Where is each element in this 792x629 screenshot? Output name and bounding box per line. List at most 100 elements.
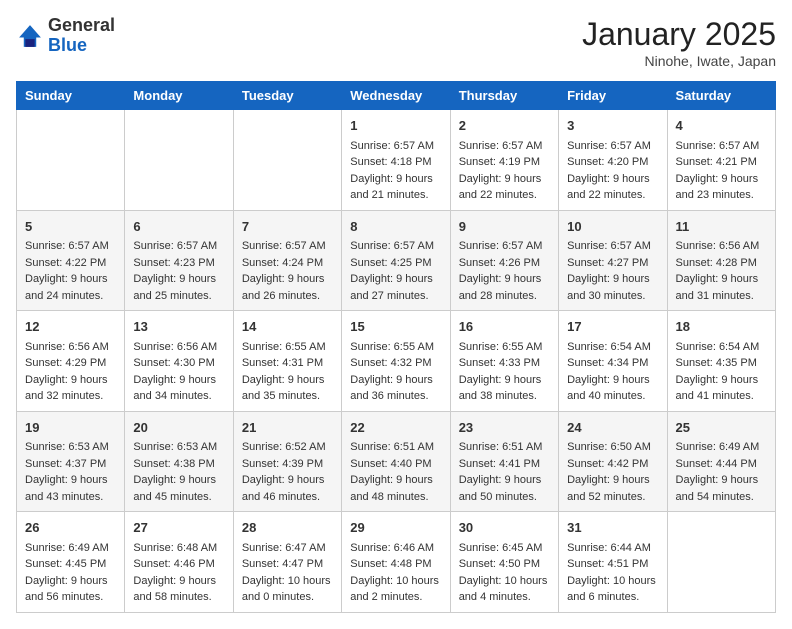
day-number: 30 [459,518,550,538]
calendar-cell: 10Sunrise: 6:57 AMSunset: 4:27 PMDayligh… [559,210,667,311]
cell-text: Daylight: 9 hours and 27 minutes. [350,271,441,304]
cell-text: Daylight: 9 hours and 38 minutes. [459,372,550,405]
logo-icon [16,22,44,50]
calendar-cell: 7Sunrise: 6:57 AMSunset: 4:24 PMDaylight… [233,210,341,311]
cell-text: Sunrise: 6:57 AM [567,238,658,255]
calendar-cell: 5Sunrise: 6:57 AMSunset: 4:22 PMDaylight… [17,210,125,311]
cell-text: Sunrise: 6:45 AM [459,540,550,557]
calendar-cell: 20Sunrise: 6:53 AMSunset: 4:38 PMDayligh… [125,411,233,512]
cell-text: Sunset: 4:25 PM [350,255,441,272]
calendar-cell [667,512,775,613]
day-number: 28 [242,518,333,538]
calendar-cell: 6Sunrise: 6:57 AMSunset: 4:23 PMDaylight… [125,210,233,311]
day-number: 12 [25,317,116,337]
cell-text: Sunset: 4:46 PM [133,556,224,573]
cell-text: Daylight: 9 hours and 50 minutes. [459,472,550,505]
cell-text: Sunrise: 6:57 AM [567,138,658,155]
cell-text: Sunrise: 6:53 AM [133,439,224,456]
calendar-cell: 25Sunrise: 6:49 AMSunset: 4:44 PMDayligh… [667,411,775,512]
calendar-subtitle: Ninohe, Iwate, Japan [582,53,776,69]
calendar-week-row: 19Sunrise: 6:53 AMSunset: 4:37 PMDayligh… [17,411,776,512]
day-number: 24 [567,418,658,438]
day-number: 6 [133,217,224,237]
cell-text: Daylight: 9 hours and 46 minutes. [242,472,333,505]
calendar-cell: 1 Sunrise: 6:57 AMSunset: 4:18 PMDaylight… [342,110,450,211]
day-of-week-header: Sunday [17,82,125,110]
day-number: 4 [676,116,767,136]
cell-text: Sunset: 4:48 PM [350,556,441,573]
calendar-cell: 22Sunrise: 6:51 AMSunset: 4:40 PMDayligh… [342,411,450,512]
calendar-header-row: SundayMondayTuesdayWednesdayThursdayFrid… [17,82,776,110]
day-number: 1 [350,116,441,136]
cell-text: Sunset: 4:45 PM [25,556,116,573]
calendar-table: SundayMondayTuesdayWednesdayThursdayFrid… [16,81,776,613]
cell-text: Daylight: 9 hours and 45 minutes. [133,472,224,505]
calendar-cell: 19Sunrise: 6:53 AMSunset: 4:37 PMDayligh… [17,411,125,512]
cell-text: Daylight: 9 hours and 25 minutes. [133,271,224,304]
cell-text: Sunrise: 6:44 AM [567,540,658,557]
cell-text: Sunrise: 6:50 AM [567,439,658,456]
calendar-cell: 30Sunrise: 6:45 AMSunset: 4:50 PMDayligh… [450,512,558,613]
cell-text: Sunrise: 6:52 AM [242,439,333,456]
calendar-cell: 29Sunrise: 6:46 AMSunset: 4:48 PMDayligh… [342,512,450,613]
cell-text: Daylight: 10 hours and 6 minutes. [567,573,658,606]
cell-text: Sunset: 4:34 PM [567,355,658,372]
cell-text: Sunset: 4:24 PM [242,255,333,272]
day-of-week-header: Friday [559,82,667,110]
calendar-cell: 16Sunrise: 6:55 AMSunset: 4:33 PMDayligh… [450,311,558,412]
calendar-cell: 4Sunrise: 6:57 AMSunset: 4:21 PMDaylight… [667,110,775,211]
cell-text: Sunrise: 6:57 AM [459,238,550,255]
calendar-cell: 13Sunrise: 6:56 AMSunset: 4:30 PMDayligh… [125,311,233,412]
cell-text: Sunset: 4:27 PM [567,255,658,272]
cell-text: Daylight: 9 hours and 35 minutes. [242,372,333,405]
cell-text: Sunset: 4:29 PM [25,355,116,372]
day-number: 3 [567,116,658,136]
cell-text: Sunrise: 6:56 AM [25,339,116,356]
cell-text: Daylight: 9 hours and 43 minutes. [25,472,116,505]
cell-text: Sunset: 4:39 PM [242,456,333,473]
day-number: 14 [242,317,333,337]
cell-text: Sunrise: 6:51 AM [459,439,550,456]
day-number: 2 [459,116,550,136]
cell-text: Daylight: 9 hours and 22 minutes. [567,171,658,204]
calendar-cell: 21Sunrise: 6:52 AMSunset: 4:39 PMDayligh… [233,411,341,512]
calendar-cell: 28Sunrise: 6:47 AMSunset: 4:47 PMDayligh… [233,512,341,613]
calendar-week-row: 12 Sunrise: 6:56 AMSunset: 4:29 PM Dayligh… [17,311,776,412]
cell-text: Sunrise: 6:54 AM [567,339,658,356]
cell-text: Sunrise: 6:57 AM [459,138,550,155]
cell-text: Sunset: 4:32 PM [350,355,441,372]
calendar-cell: 23Sunrise: 6:51 AMSunset: 4:41 PMDayligh… [450,411,558,512]
calendar-body: 1Sunrise: 6:57 AMSunset: 4:18 PMDaylight… [17,110,776,613]
day-number: 20 [133,418,224,438]
calendar-cell: 31Sunrise: 6:44 AMSunset: 4:51 PMDayligh… [559,512,667,613]
cell-text: Sunset: 4:18 PM [350,154,441,171]
calendar-cell: 27Sunrise: 6:48 AMSunset: 4:46 PMDayligh… [125,512,233,613]
cell-text: Sunset: 4:38 PM [133,456,224,473]
cell-text: Sunset: 4:37 PM [25,456,116,473]
page-header: General Blue January 2025 Ninohe, Iwate,… [16,16,776,69]
day-number: 13 [133,317,224,337]
cell-text: Sunrise: 6:51 AM [350,439,441,456]
cell-text: Daylight: 9 hours and 52 minutes. [567,472,658,505]
cell-text: Daylight: 10 hours and 0 minutes. [242,573,333,606]
cell-text: Sunset: 4:28 PM [676,255,767,272]
cell-text: Daylight: 9 hours and 26 minutes. [242,271,333,304]
calendar-cell: 24Sunrise: 6:50 AMSunset: 4:42 PMDayligh… [559,411,667,512]
cell-text: Daylight: 9 hours and 21 minutes. [350,171,441,204]
day-number: 21 [242,418,333,438]
cell-text: Sunset: 4:30 PM [133,355,224,372]
logo-general: General [48,15,115,35]
cell-text: Sunrise: 6:55 AM [459,339,550,356]
cell-text: Daylight: 9 hours and 28 minutes. [459,271,550,304]
day-number: 25 [676,418,767,438]
day-number: 17 [567,317,658,337]
day-number: 5 [25,217,116,237]
cell-text: Sunset: 4:42 PM [567,456,658,473]
calendar-header: SundayMondayTuesdayWednesdayThursdayFrid… [17,82,776,110]
cell-text: Sunrise: 6:57 AM [350,138,441,155]
day-number: 29 [350,518,441,538]
day-number: 19 [25,418,116,438]
cell-text: Sunrise: 6:54 AM [676,339,767,356]
logo-text: General Blue [48,16,115,56]
cell-text: Sunrise: 6:56 AM [676,238,767,255]
